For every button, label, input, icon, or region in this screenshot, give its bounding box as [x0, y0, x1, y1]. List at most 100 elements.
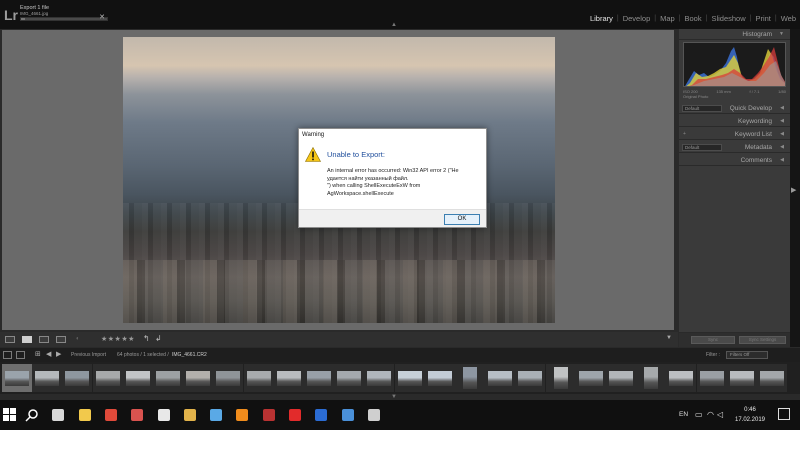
secondary-display-icon[interactable]: [16, 351, 25, 359]
filmstrip-cell[interactable]: [92, 364, 123, 392]
filmstrip-cell[interactable]: [2, 364, 32, 392]
filmstrip-cell[interactable]: [515, 364, 546, 392]
filmstrip-thumbnail[interactable]: [463, 367, 477, 389]
wifi-icon[interactable]: ◠: [707, 410, 714, 420]
panel-comments[interactable]: Comments ◀: [679, 155, 790, 166]
module-slideshow[interactable]: Slideshow: [707, 14, 749, 24]
filmstrip-cell[interactable]: [62, 364, 93, 392]
toolbar-menu-icon[interactable]: ▼: [666, 335, 672, 341]
panel-keywording[interactable]: Keywording ◀: [679, 116, 790, 127]
filmstrip-cell[interactable]: [122, 364, 153, 392]
chrome-icon[interactable]: [103, 407, 119, 423]
filmstrip-cell[interactable]: [606, 364, 636, 392]
filmstrip-thumbnail[interactable]: [186, 371, 211, 386]
cancel-export-icon[interactable]: ✕: [98, 14, 106, 22]
filmstrip-thumbnail[interactable]: [156, 371, 180, 386]
filmstrip-thumbnail[interactable]: [729, 371, 754, 386]
rotate-right-icon[interactable]: ↲: [155, 334, 162, 343]
filmstrip-cell[interactable]: [455, 364, 485, 392]
filmstrip-cell[interactable]: [273, 364, 304, 392]
filmstrip-thumbnail[interactable]: [397, 371, 422, 386]
show-right-panel-icon[interactable]: ▶: [791, 186, 796, 194]
module-library[interactable]: Library: [586, 14, 617, 24]
filmstrip-thumbnail[interactable]: [427, 371, 452, 386]
rotate-left-icon[interactable]: ↰: [143, 334, 150, 343]
filmstrip-thumbnail[interactable]: [488, 371, 513, 386]
panel-keyword-list[interactable]: + Keyword List ◀: [679, 129, 790, 140]
filmstrip-cell[interactable]: [213, 364, 244, 392]
app-tools-icon[interactable]: [182, 407, 198, 423]
filmstrip-thumbnail[interactable]: [246, 371, 271, 386]
filmstrip-thumbnail[interactable]: [644, 367, 659, 389]
filmstrip-thumbnail[interactable]: [5, 371, 29, 386]
search-icon[interactable]: [24, 407, 40, 423]
filmstrip-thumbnail[interactable]: [578, 371, 603, 386]
filmstrip-cell[interactable]: [32, 364, 63, 392]
forward-arrow-icon[interactable]: ▶: [56, 350, 61, 359]
add-keyword-icon[interactable]: +: [683, 131, 686, 138]
filmstrip-cell[interactable]: [153, 364, 183, 392]
sync-settings-button[interactable]: Sync Settings: [739, 336, 786, 344]
loupe-view-icon[interactable]: [22, 336, 32, 343]
module-web[interactable]: Web: [777, 14, 800, 24]
panel-quick-develop[interactable]: Default Quick Develop ◀: [679, 103, 790, 114]
filmstrip-thumbnail[interactable]: [216, 371, 241, 386]
clock-date[interactable]: 17.02.2019: [728, 416, 772, 424]
filmstrip-thumbnail[interactable]: [553, 367, 568, 389]
module-book[interactable]: Book: [681, 14, 706, 24]
filmstrip-cell[interactable]: [757, 364, 787, 392]
module-develop[interactable]: Develop: [619, 14, 655, 24]
app-red-icon[interactable]: [129, 407, 145, 423]
show-top-panel-icon[interactable]: ▲: [391, 22, 397, 28]
clock-time[interactable]: 0:46: [730, 406, 770, 414]
opera-icon[interactable]: [287, 407, 303, 423]
filmstrip-thumbnail[interactable]: [307, 371, 331, 386]
app-paint-icon[interactable]: [156, 407, 172, 423]
volume-icon[interactable]: ◁: [717, 410, 723, 420]
filmstrip-cell[interactable]: [243, 364, 274, 392]
filmstrip-cell[interactable]: [304, 364, 334, 392]
filmstrip-cell[interactable]: [424, 364, 455, 392]
filmstrip-thumbnail[interactable]: [367, 371, 392, 386]
filmstrip-cell[interactable]: [575, 364, 606, 392]
filmstrip-thumbnail[interactable]: [65, 371, 90, 386]
photoshop-icon[interactable]: [313, 407, 329, 423]
network-icon[interactable]: ▭: [695, 410, 703, 420]
people-view-icon[interactable]: ◐: [76, 336, 80, 342]
filmstrip-cell[interactable]: [364, 364, 395, 392]
ok-button[interactable]: OK: [444, 214, 480, 225]
app-red-book-icon[interactable]: [261, 407, 277, 423]
filmstrip-cell[interactable]: [726, 364, 757, 392]
file-explorer-icon[interactable]: [77, 407, 93, 423]
filter-select[interactable]: Filters Off: [726, 351, 768, 359]
filmstrip-thumbnail[interactable]: [35, 371, 60, 386]
filmstrip-cell[interactable]: [183, 364, 214, 392]
windows-start-icon[interactable]: [3, 408, 17, 422]
filmstrip-thumbnail[interactable]: [760, 371, 784, 386]
filmstrip-cell[interactable]: [334, 364, 365, 392]
vlc-icon[interactable]: [234, 407, 250, 423]
app-grid-icon[interactable]: [208, 407, 224, 423]
notifications-icon[interactable]: [778, 408, 790, 420]
panel-metadata[interactable]: Default Metadata ◀: [679, 142, 790, 153]
language-indicator[interactable]: EN: [679, 411, 688, 418]
calculator-icon[interactable]: [50, 407, 66, 423]
filmstrip-cell[interactable]: [696, 364, 727, 392]
filmstrip-cell[interactable]: [545, 364, 576, 392]
app-bird-icon[interactable]: [366, 407, 382, 423]
filmstrip-filename[interactable]: IMG_4661.CR2: [172, 352, 207, 358]
sync-button[interactable]: Sync: [691, 336, 735, 344]
grid-icon[interactable]: ⊞: [35, 350, 41, 359]
primary-display-icon[interactable]: [3, 351, 12, 359]
filmstrip-thumbnail[interactable]: [337, 371, 362, 386]
back-arrow-icon[interactable]: ◀: [46, 350, 51, 359]
grid-view-icon[interactable]: [5, 336, 15, 343]
module-print[interactable]: Print: [751, 14, 774, 24]
filmstrip-thumbnail[interactable]: [669, 371, 694, 386]
filmstrip-cell[interactable]: [394, 364, 425, 392]
saved-preset-select[interactable]: Default: [682, 105, 722, 112]
histogram-header[interactable]: Histogram ▼: [679, 29, 790, 40]
survey-view-icon[interactable]: [56, 336, 66, 343]
filmstrip-source[interactable]: Previous Import: [71, 352, 106, 358]
filmstrip-thumbnail[interactable]: [276, 371, 301, 386]
